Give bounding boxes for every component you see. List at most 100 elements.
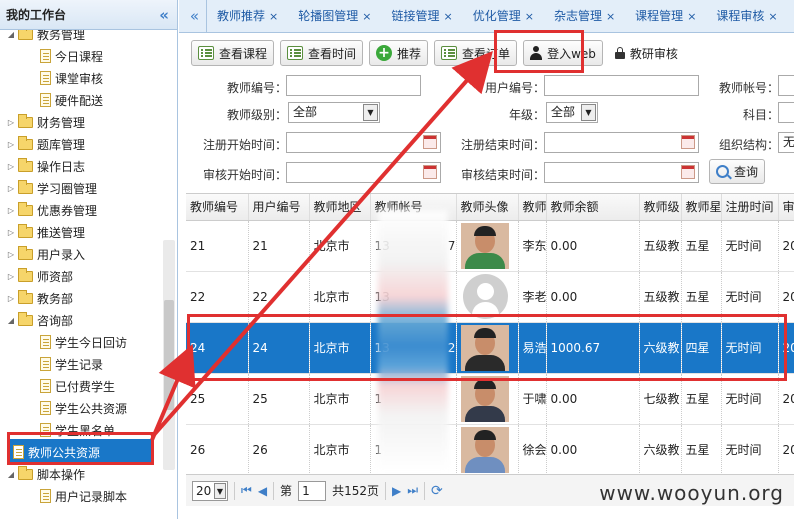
sidebar-item[interactable]: 用户记录脚本 — [40, 485, 127, 507]
audit-end-input[interactable] — [544, 162, 699, 183]
collapse-icon[interactable]: « — [159, 6, 169, 24]
column-header[interactable]: 用户编号 — [248, 194, 310, 221]
tab[interactable]: 课程审核 × — [706, 0, 787, 32]
refresh-icon[interactable]: ⟳ — [431, 483, 443, 499]
column-header[interactable]: 注册时间 — [721, 194, 779, 221]
column-header[interactable]: 教师 — [518, 194, 547, 221]
sidebar-item[interactable]: 课堂审核 — [40, 67, 103, 89]
sidebar-item-label: 财务管理 — [37, 115, 86, 130]
calendar-icon[interactable] — [423, 135, 437, 149]
sidebar-item[interactable]: 学生今日回访 — [40, 331, 127, 353]
sidebar-item[interactable]: ▷ 学习圈管理 — [6, 177, 97, 199]
view-time-button[interactable]: 查看时间 — [280, 40, 364, 66]
sidebar-item[interactable]: ▷ 财务管理 — [6, 111, 85, 133]
sidebar-item[interactable]: ▷ 优惠券管理 — [6, 199, 97, 221]
calendar-icon[interactable] — [423, 165, 437, 179]
next-page-icon[interactable]: ▶ — [392, 484, 401, 498]
tabs-collapse-icon[interactable]: « — [183, 0, 207, 32]
sidebar-item[interactable]: ▷ 题库管理 — [6, 133, 85, 155]
calendar-icon[interactable] — [681, 135, 695, 149]
expanded-arrow-icon[interactable]: ◢ — [6, 470, 16, 479]
column-header[interactable]: 教师编号 — [186, 194, 249, 221]
teacher-level-select[interactable]: 全部 ▼ — [288, 102, 380, 123]
audit-start-input[interactable] — [286, 162, 441, 183]
collapsed-arrow-icon[interactable]: ▷ — [6, 206, 16, 215]
column-header[interactable]: 教师星 — [681, 194, 722, 221]
file-icon — [40, 93, 51, 107]
column-header[interactable]: 教师头像 — [456, 194, 519, 221]
reg-end-input[interactable] — [544, 132, 699, 153]
teacher-account-label: 教师帐号： — [718, 81, 779, 95]
first-page-icon[interactable]: ⏮ — [241, 483, 252, 498]
sidebar-item[interactable]: 学生记录 — [40, 353, 103, 375]
close-icon[interactable]: × — [606, 0, 615, 32]
view-course-button[interactable]: 查看课程 — [191, 40, 275, 66]
cell-level: 五级教 — [639, 220, 682, 272]
cell-teacher-no: 21 — [186, 220, 249, 272]
sidebar-item[interactable]: 学生公共资源 — [40, 397, 127, 419]
sidebar-item[interactable]: ◢ 教务管理 — [6, 30, 85, 45]
sidebar-item[interactable]: ▷ 操作日志 — [6, 155, 85, 177]
calendar-icon[interactable] — [681, 165, 695, 179]
teacher-no-input[interactable] — [286, 75, 421, 96]
tab[interactable]: 教师推荐 × — [207, 0, 288, 32]
collapsed-arrow-icon[interactable]: ▷ — [6, 162, 16, 171]
sidebar-item[interactable]: ◢ 咨询部 — [6, 309, 73, 331]
collapsed-arrow-icon[interactable]: ▷ — [6, 228, 16, 237]
prev-page-icon[interactable]: ◀ — [258, 484, 267, 498]
tab[interactable]: 优化管理 × — [463, 0, 544, 32]
grade-select[interactable]: 全部 ▼ — [546, 102, 598, 123]
grade-value: 全部 — [551, 105, 576, 119]
sidebar-item[interactable]: ▷ 师资部 — [6, 265, 73, 287]
reg-start-input[interactable] — [286, 132, 441, 153]
collapsed-arrow-icon[interactable]: ▷ — [6, 118, 16, 127]
table-row[interactable]: 2121北京市137李东0.00五级教五星无时间20 — [186, 220, 794, 272]
recommend-button[interactable]: + 推荐 — [369, 40, 429, 66]
sidebar-item[interactable]: 硬件配送 — [40, 89, 103, 111]
sidebar-item-label: 学生记录 — [55, 357, 104, 372]
tab-label: 杂志管理 — [553, 8, 602, 23]
page-input[interactable]: 1 — [298, 480, 327, 501]
sidebar-item[interactable]: 已付费学生 — [40, 375, 115, 397]
collapsed-arrow-icon[interactable]: ▷ — [6, 250, 16, 259]
tab[interactable]: 课程管理 × — [625, 0, 706, 32]
teacher-account-input[interactable] — [778, 75, 794, 96]
tab[interactable]: 链接管理 × — [381, 0, 462, 32]
folder-icon — [18, 245, 33, 260]
query-button[interactable]: 查询 — [709, 159, 766, 184]
sidebar-item[interactable]: 今日课程 — [40, 45, 103, 67]
last-page-icon[interactable]: ⏭ — [407, 483, 418, 498]
close-icon[interactable]: × — [687, 0, 696, 32]
sidebar-item[interactable]: ▷ 教务部 — [6, 287, 73, 309]
collapsed-arrow-icon[interactable]: ▷ — [6, 184, 16, 193]
research-audit-button[interactable]: 教研审核 — [609, 40, 684, 66]
column-header[interactable]: 审 — [778, 194, 794, 221]
org-input[interactable]: 无 — [778, 132, 794, 153]
tab[interactable]: 杂志管理 × — [544, 0, 625, 32]
table-row[interactable]: 2626北京市1徐会0.00六级教五星无时间20 — [186, 424, 794, 473]
sidebar-item[interactable]: ◢ 脚本操作 — [6, 463, 85, 485]
collapsed-arrow-icon[interactable]: ▷ — [6, 140, 16, 149]
close-icon[interactable]: × — [768, 0, 777, 32]
subject-select[interactable] — [778, 102, 794, 123]
page-size-select[interactable]: 20 ▼ — [192, 480, 228, 501]
tab-label: 链接管理 — [391, 8, 440, 23]
expanded-arrow-icon[interactable]: ◢ — [6, 316, 16, 325]
user-no-input[interactable] — [544, 75, 699, 96]
collapsed-arrow-icon[interactable]: ▷ — [6, 294, 16, 303]
sidebar-item-label: 教务部 — [37, 291, 74, 306]
close-icon[interactable]: × — [443, 0, 452, 32]
close-icon[interactable]: × — [362, 0, 371, 32]
column-header[interactable]: 教师余额 — [546, 194, 640, 221]
column-header[interactable]: 教师地区 — [309, 194, 371, 221]
close-icon[interactable]: × — [269, 0, 278, 32]
sidebar-item[interactable]: ▷ 用户录入 — [6, 243, 85, 265]
sidebar-item[interactable]: ▷ 推送管理 — [6, 221, 85, 243]
close-icon[interactable]: × — [525, 0, 534, 32]
scrollbar-thumb[interactable] — [164, 300, 174, 410]
tab[interactable]: 轮播图管理 × — [288, 0, 381, 32]
collapsed-arrow-icon[interactable]: ▷ — [6, 272, 16, 281]
column-header[interactable]: 教师级 — [639, 194, 682, 221]
sidebar-scrollbar[interactable] — [163, 240, 175, 470]
expanded-arrow-icon[interactable]: ◢ — [6, 30, 16, 39]
